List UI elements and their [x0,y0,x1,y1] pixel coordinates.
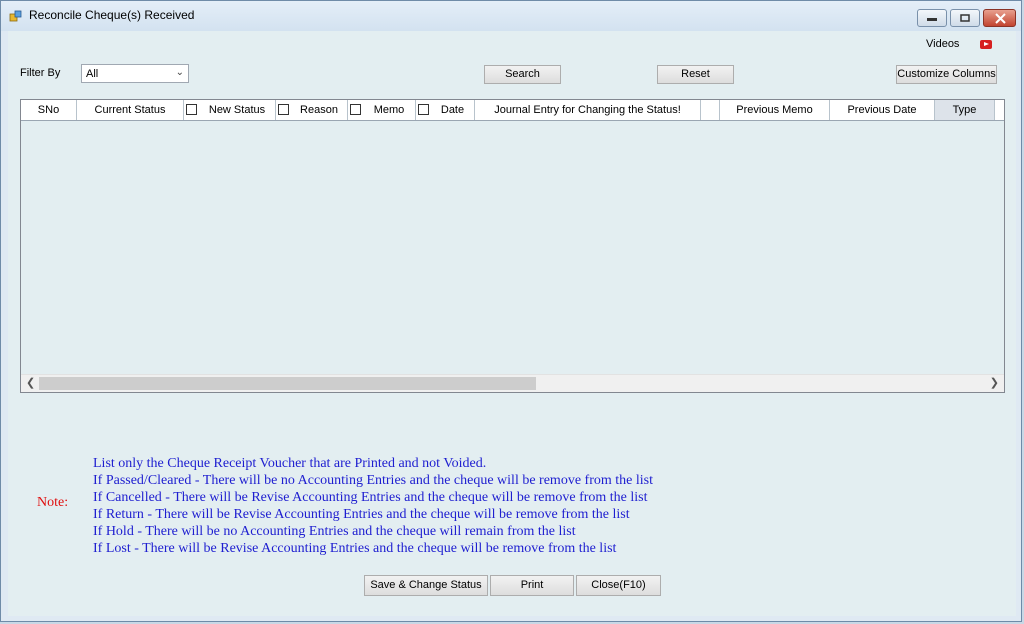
note-line: If Lost - There will be Revise Accountin… [93,541,617,556]
new-status-checkbox[interactable] [186,104,197,115]
col-sno[interactable]: SNo [21,100,77,120]
youtube-play-icon[interactable] [980,40,992,49]
col-previous-memo[interactable]: Previous Memo [720,100,830,120]
minimize-button[interactable] [917,9,947,27]
col-current-status[interactable]: Current Status [77,100,184,120]
col-type[interactable]: Type [935,100,995,120]
date-checkbox[interactable] [418,104,429,115]
note-line: List only the Cheque Receipt Voucher tha… [93,456,487,471]
cheque-grid[interactable]: SNo Current Status New Status Reason Mem… [20,99,1005,393]
col-reason[interactable]: Reason [291,100,348,120]
col-date[interactable]: Date [431,100,475,120]
restore-button[interactable] [950,9,980,27]
memo-checkbox[interactable] [350,104,361,115]
col-journal-entry[interactable]: Journal Entry for Changing the Status! [475,100,701,120]
restore-icon [960,14,970,22]
filter-select[interactable]: All ⌄ [81,64,189,83]
reset-button[interactable]: Reset [657,65,734,84]
title-bar[interactable]: Reconcile Cheque(s) Received [1,1,1021,31]
videos-link[interactable]: Videos [926,38,959,50]
note-line: If Passed/Cleared - There will be no Acc… [93,473,653,488]
close-window-button[interactable] [983,9,1016,27]
chevron-down-icon[interactable]: ⌄ [176,67,184,78]
note-line: If Hold - There will be no Accounting En… [93,524,576,539]
customize-columns-button[interactable]: Customize Columns [896,65,997,84]
col-previous-date[interactable]: Previous Date [830,100,935,120]
reason-checkbox[interactable] [278,104,289,115]
window: Reconcile Cheque(s) Received Videos Filt… [0,0,1022,622]
note-line: If Cancelled - There will be Revise Acco… [93,490,648,505]
filter-label: Filter By [20,67,61,79]
col-blank[interactable] [701,100,720,120]
minimize-icon [927,18,937,21]
col-new-status[interactable]: New Status [199,100,276,120]
window-title: Reconcile Cheque(s) Received [29,8,195,22]
horizontal-scrollbar[interactable]: ❮ ❯ [21,374,1004,392]
scroll-thumb[interactable] [39,377,536,390]
note-lines: List only the Cheque Receipt Voucher tha… [93,455,653,557]
close-button[interactable]: Close(F10) [576,575,661,596]
col-memo[interactable]: Memo [363,100,416,120]
print-button[interactable]: Print [490,575,574,596]
note-label: Note: [37,495,69,510]
filter-select-value: All [86,68,99,80]
note-line: If Return - There will be Revise Account… [93,507,630,522]
search-button[interactable]: Search [484,65,561,84]
grid-header: SNo Current Status New Status Reason Mem… [21,100,1004,121]
close-icon [995,13,1006,24]
scroll-left-icon[interactable]: ❮ [26,376,35,389]
scroll-right-icon[interactable]: ❯ [990,376,999,389]
app-window-icon [9,10,22,22]
save-change-status-button[interactable]: Save & Change Status [364,575,488,596]
client-area: Videos Filter By All ⌄ Search Reset Cust… [8,31,1016,616]
